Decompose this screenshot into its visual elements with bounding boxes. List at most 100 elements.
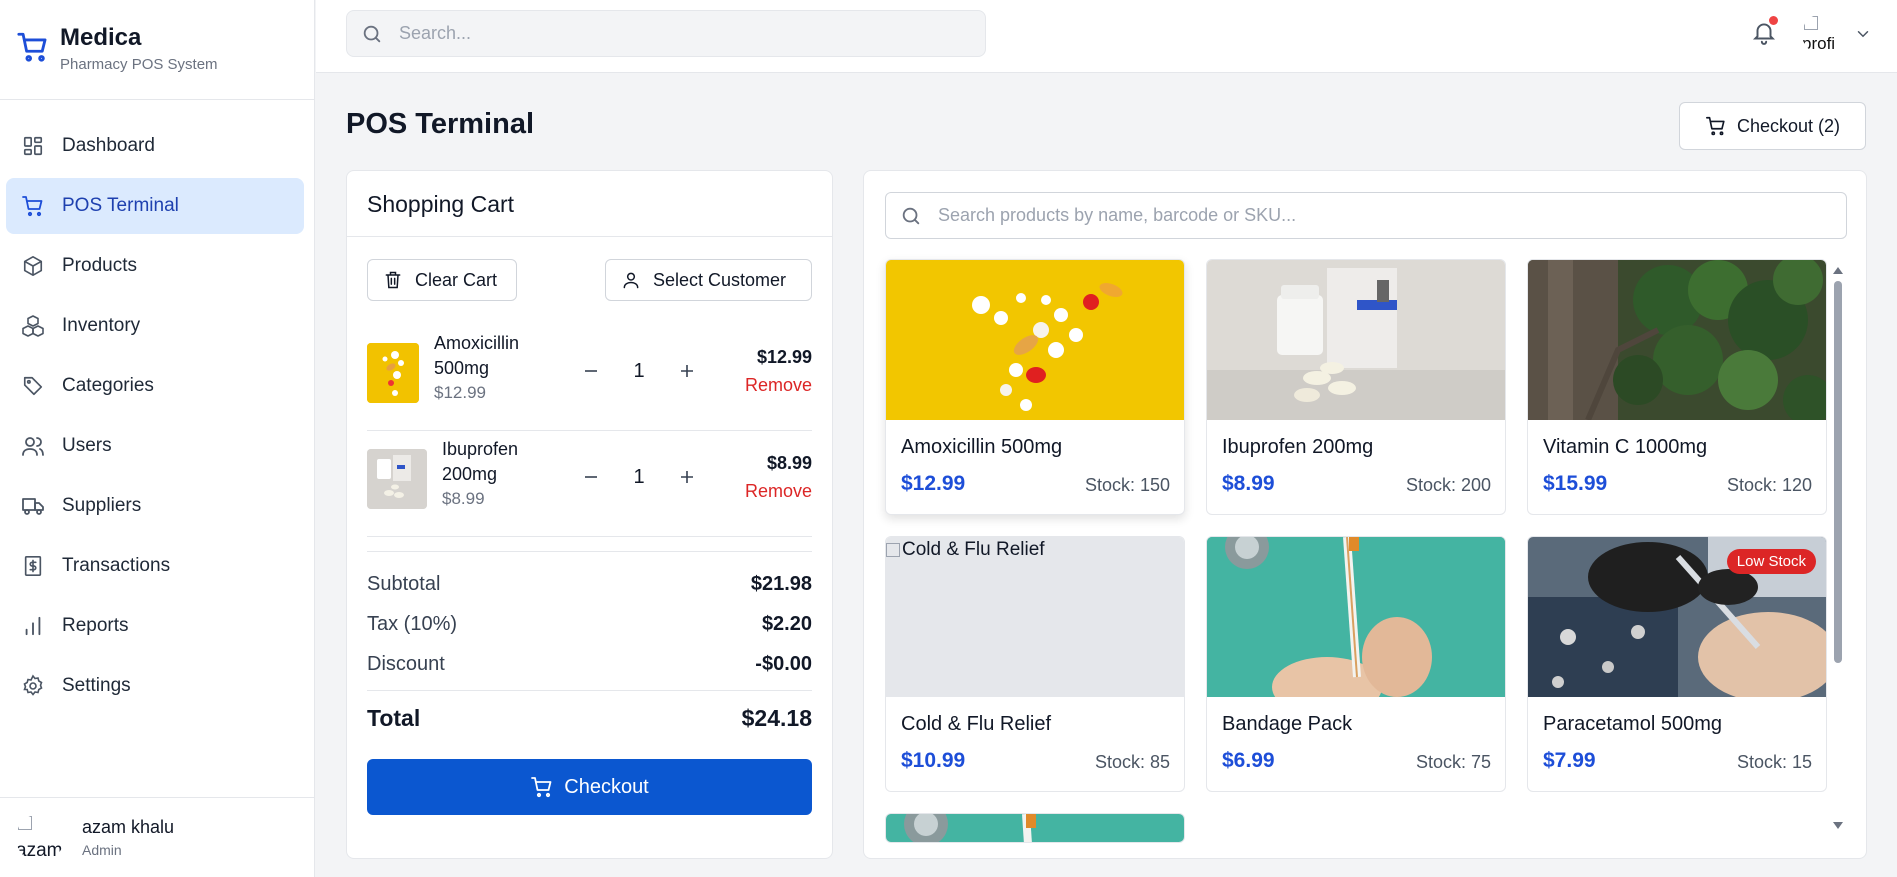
- dashboard-grid-icon: [20, 133, 46, 159]
- product-card[interactable]: Low Stock Paracetamol 500mg $7.99 Stock:…: [1527, 536, 1827, 792]
- increase-qty-button[interactable]: [675, 465, 699, 489]
- product-card[interactable]: Ibuprofen 200mg $8.99 Stock: 200: [1206, 259, 1506, 515]
- select-customer-button[interactable]: Select Customer: [605, 259, 812, 301]
- total-row: Total $24.18: [367, 690, 812, 746]
- product-image: [886, 260, 1184, 420]
- sidebar-item-suppliers[interactable]: Suppliers: [6, 478, 304, 534]
- chevron-down-icon: [1857, 31, 1869, 38]
- brand: Medica Pharmacy POS System: [0, 0, 314, 100]
- product-stock: Stock: 75: [1415, 752, 1491, 772]
- increase-qty-button[interactable]: [675, 359, 699, 383]
- product-image: [1207, 260, 1505, 420]
- cart-totals: Subtotal $21.98 Tax (10%) $2.20 Discount…: [367, 551, 812, 746]
- sidebar-item-label: Inventory: [62, 315, 141, 336]
- product-name: Vitamin C 1000mg: [1543, 436, 1708, 458]
- search-icon: [363, 25, 381, 42]
- profile-menu[interactable]: profi: [1802, 14, 1872, 54]
- product-stock: Stock: 200: [1405, 475, 1491, 495]
- broken-image-icon: [1804, 16, 1818, 30]
- topbar: profi: [316, 0, 1897, 73]
- sidebar-item-dashboard[interactable]: Dashboard: [6, 118, 304, 174]
- scrollbar-thumb[interactable]: [1834, 281, 1842, 663]
- sidebar-item-products[interactable]: Products: [6, 238, 304, 294]
- cart-item-unit-price: $8.99: [442, 489, 485, 508]
- product-price: $12.99: [901, 472, 966, 495]
- product-card[interactable]: Cold & Flu Relief Cold & Flu Relief $10.…: [885, 536, 1185, 792]
- sidebar-item-categories[interactable]: Categories: [6, 358, 304, 414]
- profile-avatar: profi: [1802, 14, 1842, 54]
- product-image: [886, 814, 1184, 842]
- sidebar-item-pos-terminal[interactable]: POS Terminal: [6, 178, 304, 234]
- total-label: Total: [367, 705, 421, 731]
- sidebar: Medica Pharmacy POS System Dashboard POS…: [0, 0, 315, 877]
- minus-icon: [585, 370, 597, 372]
- sidebar-item-label: Reports: [62, 615, 129, 636]
- product-name: Cold & Flu Relief: [901, 713, 1052, 735]
- global-search: [346, 10, 986, 57]
- user-role: Admin: [82, 842, 122, 858]
- decrease-qty-button[interactable]: [579, 359, 603, 383]
- products-scrollbar[interactable]: [1830, 263, 1846, 838]
- remove-item-button[interactable]: Remove: [745, 481, 812, 502]
- cart-item-line-total: $12.99: [756, 347, 812, 367]
- discount-label: Discount: [367, 652, 445, 675]
- select-customer-label: Select Customer: [653, 269, 787, 290]
- bar-chart-icon: [20, 613, 46, 639]
- product-card[interactable]: Bandage Pack $6.99 Stock: 75: [1206, 536, 1506, 792]
- product-price: $10.99: [901, 749, 966, 772]
- scroll-up-arrow-icon[interactable]: [1832, 265, 1844, 275]
- decrease-qty-button[interactable]: [579, 465, 603, 489]
- cart-logo-icon: [17, 32, 47, 62]
- product-price: $6.99: [1222, 749, 1275, 772]
- checkout-button[interactable]: Checkout: [367, 759, 812, 815]
- sidebar-item-users[interactable]: Users: [6, 418, 304, 474]
- low-stock-badge: Low Stock: [1726, 549, 1816, 574]
- product-thumbnail: [367, 343, 419, 403]
- image-alt-text: Cold & Flu Relief: [886, 539, 1045, 561]
- product-stock: Stock: 15: [1736, 752, 1812, 772]
- user-profile[interactable]: azam azam khalu Admin: [0, 797, 315, 877]
- product-price: $15.99: [1543, 472, 1608, 495]
- subtotal-label: Subtotal: [367, 572, 441, 595]
- cart-item-name: Ibuprofen 200mg: [442, 439, 519, 484]
- sidebar-item-reports[interactable]: Reports: [6, 598, 304, 654]
- broken-image-icon: [18, 815, 32, 830]
- quantity-stepper: 1: [579, 359, 699, 383]
- sidebar-item-label: Dashboard: [62, 135, 155, 156]
- sidebar-item-settings[interactable]: Settings: [6, 658, 304, 714]
- plus-icon: [681, 365, 693, 377]
- product-card[interactable]: Vitamin C 1000mg $15.99 Stock: 120: [1527, 259, 1827, 515]
- remove-item-button[interactable]: Remove: [745, 375, 812, 396]
- cart-item-line-total: $8.99: [766, 453, 812, 473]
- receipt-dollar-icon: [20, 553, 46, 579]
- checkout-top-label: Checkout (2): [1736, 115, 1841, 136]
- gear-icon: [20, 673, 46, 699]
- product-image: [1207, 537, 1505, 697]
- broken-image-icon: [886, 543, 900, 557]
- search-icon: [902, 207, 920, 224]
- app-name: Medica: [60, 24, 142, 51]
- stack-boxes-icon: [20, 313, 46, 339]
- product-stock: Stock: 85: [1094, 752, 1170, 772]
- tag-icon: [20, 373, 46, 399]
- search-input[interactable]: [399, 23, 959, 44]
- tax-value: $2.20: [761, 612, 812, 635]
- sidebar-item-inventory[interactable]: Inventory: [6, 298, 304, 354]
- product-name: Amoxicillin 500mg: [901, 436, 1063, 458]
- sidebar-nav: Dashboard POS Terminal Products Inventor…: [0, 100, 314, 714]
- checkout-top-button[interactable]: Checkout (2): [1679, 102, 1866, 150]
- sidebar-item-transactions[interactable]: Transactions: [6, 538, 304, 594]
- product-card-partial[interactable]: [885, 813, 1185, 843]
- cart-icon: [1705, 116, 1725, 136]
- scroll-down-arrow-icon[interactable]: [1832, 821, 1844, 831]
- cart-icon: [20, 193, 46, 219]
- sidebar-item-label: Products: [62, 255, 137, 276]
- tax-label: Tax (10%): [367, 612, 458, 635]
- product-image: Cold & Flu Relief: [886, 537, 1184, 697]
- subtotal-row: Subtotal $21.98: [367, 564, 812, 604]
- clear-cart-button[interactable]: Clear Cart: [367, 259, 517, 301]
- product-card[interactable]: Amoxicillin 500mg $12.99 Stock: 150: [885, 259, 1185, 515]
- checkout-label: Checkout: [564, 775, 649, 798]
- notifications-button[interactable]: [1751, 16, 1779, 48]
- product-search-input[interactable]: [938, 205, 1818, 226]
